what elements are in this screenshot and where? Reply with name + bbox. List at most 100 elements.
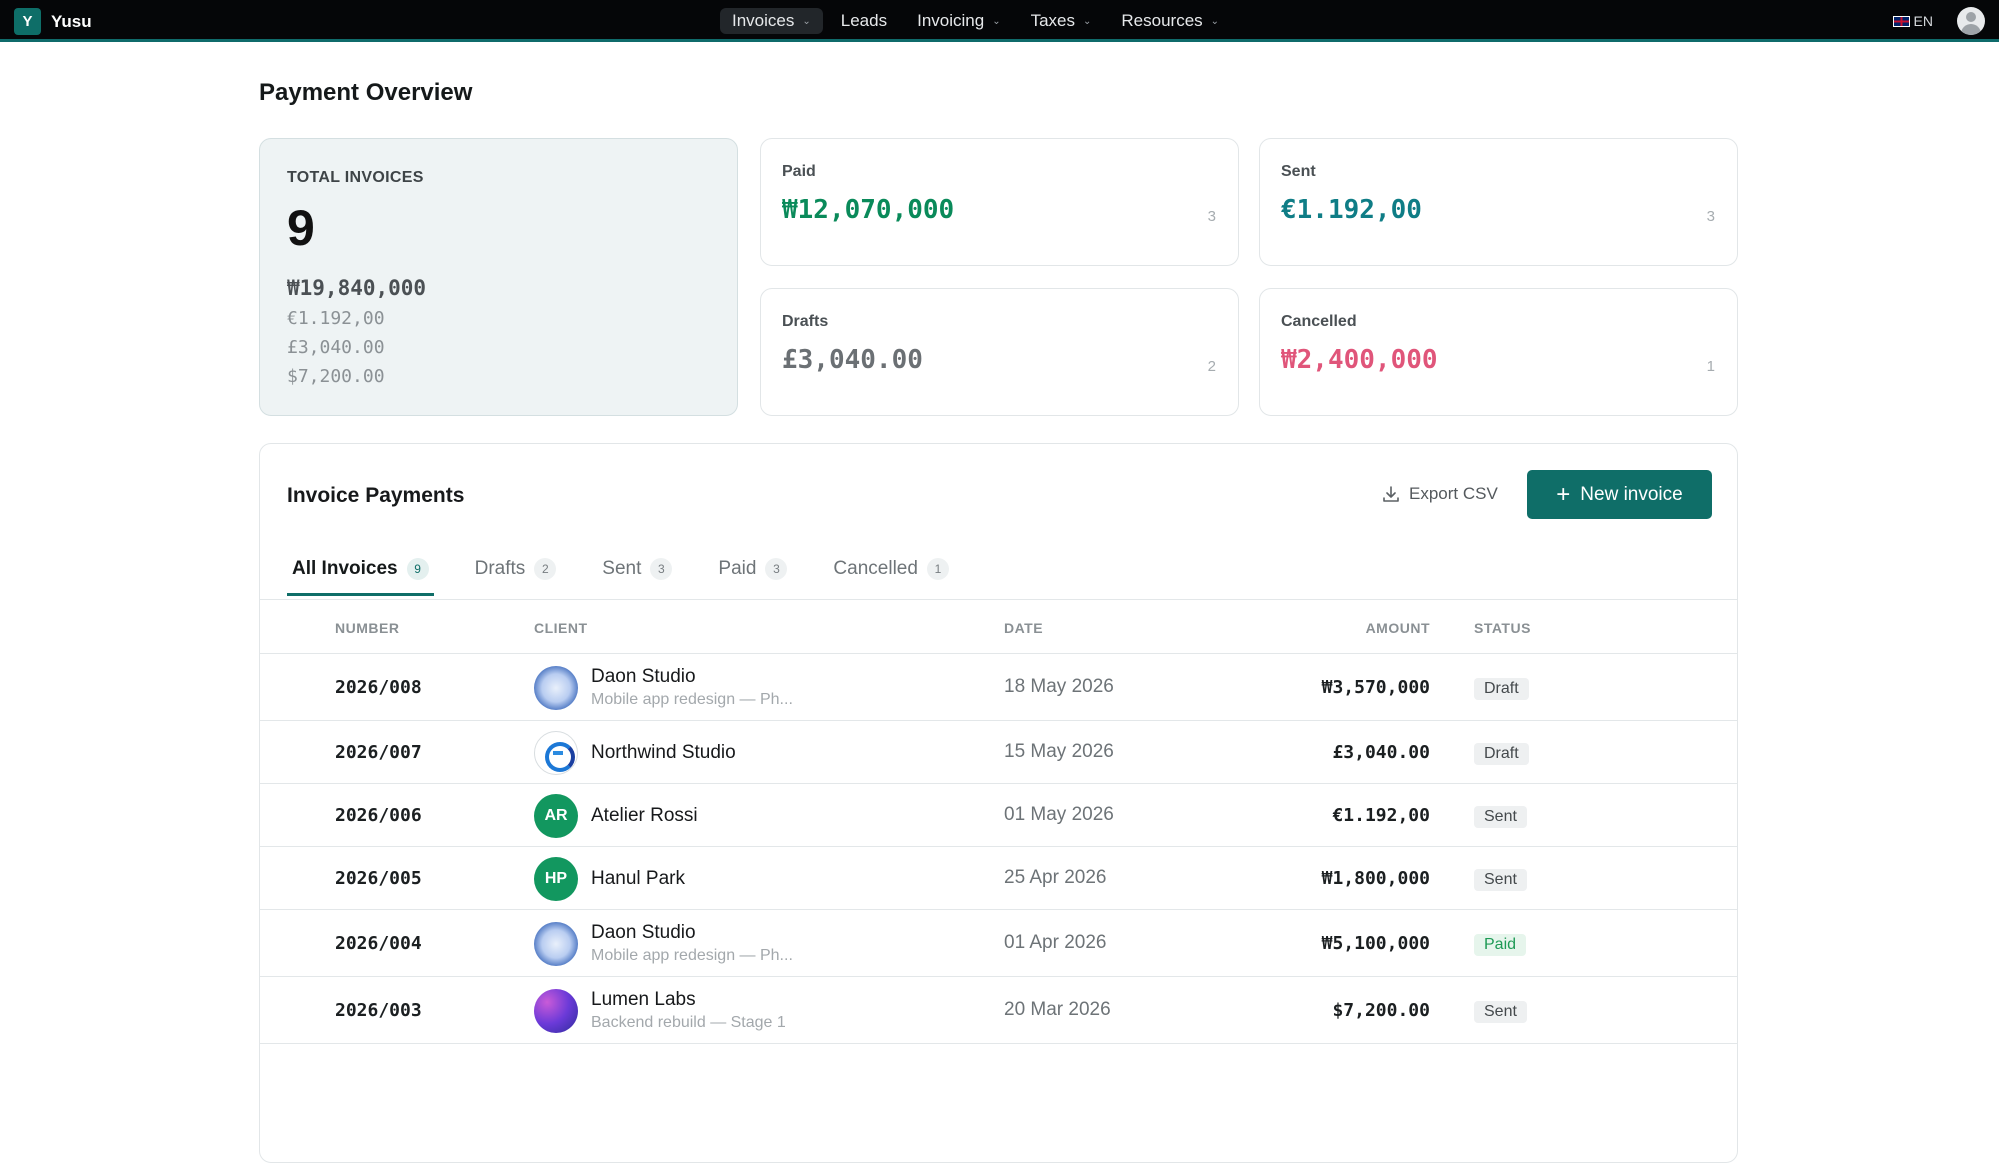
client-project: Mobile app redesign — Ph... <box>591 690 793 708</box>
invoice-table-body: 2026/008 Daon Studio Mobile app redesign —… <box>260 654 1737 1044</box>
invoice-date: 15 May 2026 <box>1004 740 1114 762</box>
table-row[interactable]: 2026/008 Daon Studio Mobile app redesign —… <box>260 654 1737 721</box>
total-invoices-count: 9 <box>287 200 315 256</box>
main-nav: Invoices ⌄ Leads Invoicing ⌄ Taxes ⌄ Resources ⌄ <box>720 8 1237 34</box>
total-amount-3: $7,200.00 <box>287 366 385 387</box>
tab-count-badge: 2 <box>534 558 557 580</box>
drafts-count: 2 <box>1207 358 1216 375</box>
tab-count-badge: 1 <box>926 558 949 580</box>
tab-paid[interactable]: Paid 3 <box>713 542 792 596</box>
invoice-number[interactable]: 2026/007 <box>335 742 422 763</box>
client-text: Lumen Labs Backend rebuild — Stage 1 <box>591 988 786 1034</box>
column-amount[interactable]: AMOUNT <box>1366 620 1430 636</box>
invoice-amount: ₩3,570,000 <box>1321 676 1430 698</box>
client-avatar <box>534 730 578 775</box>
status-badge: Sent <box>1474 805 1527 828</box>
tab-count-badge: 3 <box>650 558 673 580</box>
client-avatar <box>534 665 578 710</box>
tab-label: Drafts <box>474 558 526 579</box>
invoice-status-tabs: All Invoices 9 Drafts 2 Sent 3 Paid 3 Cancelled 1 <box>287 542 990 596</box>
table-row[interactable]: 2026/007 Northwind Studio 15 May 2026 £3,04… <box>260 721 1737 784</box>
client-cell[interactable]: Northwind Studio <box>534 730 736 775</box>
client-avatar <box>534 988 578 1033</box>
tab-sent[interactable]: Sent 3 <box>597 542 677 596</box>
nav-item-leads[interactable]: Leads <box>829 8 899 34</box>
sent-amount: €1.192,00 <box>1281 195 1422 225</box>
table-row[interactable]: 2026/006 AR Atelier Rossi 01 May 2026 €1.192… <box>260 784 1737 847</box>
table-row[interactable]: 2026/003 Lumen Labs Backend rebuild — Stag… <box>260 977 1737 1044</box>
status-badge: Paid <box>1474 933 1527 956</box>
client-avatar: AR <box>534 793 578 838</box>
cancelled-card[interactable]: Cancelled ₩2,400,000 1 <box>1259 288 1738 416</box>
client-cell[interactable]: Daon Studio Mobile app redesign — Ph... <box>534 921 793 967</box>
paid-card[interactable]: Paid ₩12,070,000 3 <box>760 138 1239 266</box>
nav-item-resources[interactable]: Resources ⌄ <box>1109 8 1231 34</box>
tab-drafts[interactable]: Drafts 2 <box>470 542 562 596</box>
status-badge: Sent <box>1474 1000 1527 1023</box>
client-text: Daon Studio Mobile app redesign — Ph... <box>591 921 793 967</box>
client-project: Mobile app redesign — Ph... <box>591 946 793 964</box>
nav-item-taxes[interactable]: Taxes ⌄ <box>1019 8 1104 34</box>
total-invoices-label: TOTAL INVOICES <box>287 169 424 186</box>
invoice-number[interactable]: 2026/005 <box>335 868 422 889</box>
client-cell[interactable]: HP Hanul Park <box>534 856 685 901</box>
tab-count-badge: 9 <box>406 558 429 580</box>
client-name: Hanul Park <box>591 867 685 889</box>
invoice-date: 20 Mar 2026 <box>1004 998 1111 1020</box>
nav-item-invoicing[interactable]: Invoicing ⌄ <box>905 8 1013 34</box>
client-cell[interactable]: Daon Studio Mobile app redesign — Ph... <box>534 665 793 710</box>
client-name: Lumen Labs <box>591 988 696 1010</box>
invoice-amount: $7,200.00 <box>1332 999 1430 1021</box>
sent-count: 3 <box>1706 208 1715 225</box>
client-avatar <box>534 921 578 966</box>
tab-all-invoices[interactable]: All Invoices 9 <box>287 542 434 596</box>
client-cell[interactable]: AR Atelier Rossi <box>534 793 698 838</box>
invoice-number[interactable]: 2026/003 <box>335 1000 422 1021</box>
column-client[interactable]: CLIENT <box>534 620 588 636</box>
new-invoice-button[interactable]: + New invoice <box>1527 470 1712 519</box>
language-switcher[interactable]: EN <box>1892 13 1933 29</box>
invoice-number[interactable]: 2026/004 <box>335 933 422 954</box>
client-name: Northwind Studio <box>591 741 736 763</box>
chevron-down-icon: ⌄ <box>1210 15 1220 27</box>
sent-card[interactable]: Sent €1.192,00 3 <box>1259 138 1738 266</box>
export-csv-label: Export CSV <box>1409 484 1498 503</box>
tab-count-badge: 3 <box>765 558 788 580</box>
table-row[interactable]: 2026/004 Daon Studio Mobile app redesign —… <box>260 910 1737 977</box>
column-number[interactable]: NUMBER <box>335 620 399 636</box>
drafts-card[interactable]: Drafts £3,040.00 2 <box>760 288 1239 416</box>
total-amount-1: €1.192,00 <box>287 308 385 329</box>
plus-icon: + <box>1556 480 1571 508</box>
nav-item-label: Resources <box>1121 11 1203 30</box>
nav-item-label: Taxes <box>1030 11 1076 30</box>
column-date[interactable]: DATE <box>1004 620 1043 636</box>
table-header: NUMBER CLIENT DATE AMOUNT STATUS <box>260 600 1737 654</box>
invoice-number[interactable]: 2026/008 <box>335 677 422 698</box>
nav-item-invoices[interactable]: Invoices ⌄ <box>720 8 823 34</box>
invoice-number[interactable]: 2026/006 <box>335 805 422 826</box>
language-label: EN <box>1913 13 1933 29</box>
total-amounts-list: ₩19,840,000 €1.192,00 £3,040.00 $7,200.00 <box>287 272 426 391</box>
total-invoices-card: TOTAL INVOICES 9 ₩19,840,000 €1.192,00 £3,… <box>259 138 738 416</box>
paid-label: Paid <box>782 163 816 180</box>
export-csv-button[interactable]: Export CSV <box>1382 484 1498 504</box>
invoice-date: 01 May 2026 <box>1004 803 1114 825</box>
nav-item-label: Invoicing <box>917 11 985 30</box>
status-badge: Sent <box>1474 868 1527 891</box>
tab-label: Sent <box>602 558 642 579</box>
user-avatar-button[interactable] <box>1957 7 1985 35</box>
client-name: Daon Studio <box>591 921 696 943</box>
column-status[interactable]: STATUS <box>1474 620 1531 636</box>
invoice-amount: ₩5,100,000 <box>1321 932 1430 954</box>
client-cell[interactable]: Lumen Labs Backend rebuild — Stage 1 <box>534 988 786 1034</box>
nav-item-label: Leads <box>840 11 888 30</box>
brand[interactable]: Y Yusu <box>14 8 92 35</box>
client-text: Atelier Rossi <box>591 804 698 828</box>
new-invoice-label: New invoice <box>1580 483 1683 505</box>
tab-cancelled[interactable]: Cancelled 1 <box>828 542 954 596</box>
invoice-amount: £3,040.00 <box>1332 741 1430 763</box>
table-row[interactable]: 2026/005 HP Hanul Park 25 Apr 2026 ₩1,800,00… <box>260 847 1737 910</box>
invoice-date: 18 May 2026 <box>1004 675 1114 697</box>
drafts-label: Drafts <box>782 313 829 330</box>
nav-item-label: Invoices <box>732 11 795 30</box>
